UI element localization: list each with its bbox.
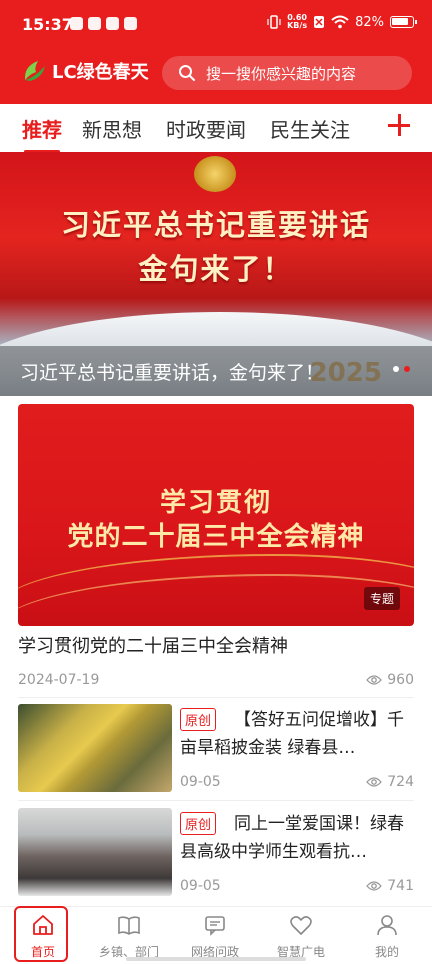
search-input[interactable]: 搜一搜你感兴趣的内容 [162,56,412,90]
topic-tag: 专题 [363,587,400,610]
tab-new-thought[interactable]: 新思想 [82,114,142,143]
app-bar: LC绿色春天 搜一搜你感兴趣的内容 [0,52,432,100]
news-list-item[interactable]: 【答好五问促增收】千亩旱稻披金装 绿春县… 原创 09-05 724 [18,704,414,794]
tab-recommend[interactable]: 推荐 [22,114,62,153]
nav-home-highlight [14,906,68,962]
views-count: 724 [387,774,414,790]
leaf-logo-icon [24,61,45,81]
banner-text-line1: 学习贯彻 [159,488,272,518]
notification-icon [106,17,119,30]
vibrate-icon [267,15,281,29]
notification-icons [70,17,137,30]
hero-caption: 习近平总书记重要讲话，金句来了！ [20,362,325,384]
heart-icon [290,916,312,935]
featured-date: 2024-07-19 [18,672,100,688]
news-views: 741 [366,878,414,894]
featured-banner[interactable]: 学习贯彻 党的二十届三中全会精神 专题 [18,404,414,626]
search-icon [179,65,195,81]
original-badge: 原创 [180,812,217,835]
news-views: 724 [366,774,414,790]
divider [18,800,414,801]
banner-text-line2: 党的二十届三中全会精神 [67,522,365,552]
news-thumbnail [18,704,172,792]
hero-carousel[interactable]: 习近平总书记重要讲话 金句来了！ 2025 习近平总书记重要讲话，金句来了！ [0,152,432,396]
home-indicator[interactable] [126,957,306,961]
eye-icon [366,675,383,685]
notification-icon [124,17,137,30]
views-count: 741 [387,878,414,894]
news-date: 09-05 [180,774,221,790]
wifi-icon [331,15,349,29]
user-icon [377,915,397,936]
eye-icon [366,777,383,787]
nav-smart-broadcast[interactable]: 智慧广电 [258,907,344,964]
hero-headline-line2: 金句来了！ [138,252,294,286]
battery-percent: 82% [355,14,384,30]
carousel-dot-active[interactable] [404,366,410,372]
divider [18,697,414,698]
app-header: 15:37 0.60 KB/s 82% LC绿色春天 搜一搜你感兴趣的内容 [0,0,432,104]
status-right: 0.60 KB/s 82% [267,13,417,30]
emblem-icon [194,156,236,192]
network-speed: 0.60 KB/s [287,13,308,30]
app-logo[interactable]: LC绿色春天 [22,58,149,84]
featured-views: 960 [366,672,414,688]
book-icon [118,916,140,935]
status-bar: 15:37 0.60 KB/s 82% [0,0,432,50]
eye-icon [366,881,383,891]
nav-mine[interactable]: 我的 [344,907,430,964]
category-tabs: 推荐 新思想 时政要闻 民生关注 [0,104,432,153]
hero-caption-bar: 习近平总书记重要讲话，金句来了！ [0,346,432,396]
carousel-dot[interactable] [393,366,399,372]
battery-icon [390,16,417,28]
nav-online-inquiry[interactable]: 网络问政 [172,907,258,964]
featured-meta: 2024-07-19 960 [18,672,414,688]
status-time: 15:37 [22,15,73,34]
original-badge: 原创 [180,708,217,731]
featured-title[interactable]: 学习贯彻党的二十届三中全会精神 [18,632,288,658]
tab-livelihood[interactable]: 民生关注 [270,114,350,143]
nav-towns-departments[interactable]: 乡镇、部门 [86,907,172,964]
nav-label: 我的 [374,945,399,959]
sim-icon [314,16,325,28]
news-list-item[interactable]: 同上一堂爱国课！绿春县高级中学师生观看抗… 原创 09-05 741 [18,808,414,898]
news-thumbnail [18,808,172,896]
notification-icon [88,17,101,30]
tab-politics-news[interactable]: 时政要闻 [166,114,246,143]
news-date: 09-05 [180,878,221,894]
carousel-indicator [393,366,410,372]
message-icon [205,916,225,936]
views-count: 960 [387,672,414,688]
add-tab-icon[interactable] [386,112,412,138]
hero-headline-line1: 习近平总书记重要讲话 [60,208,371,242]
search-placeholder: 搜一搜你感兴趣的内容 [206,64,357,83]
logo-text: LC绿色春天 [52,62,149,83]
notification-icon [70,17,83,30]
